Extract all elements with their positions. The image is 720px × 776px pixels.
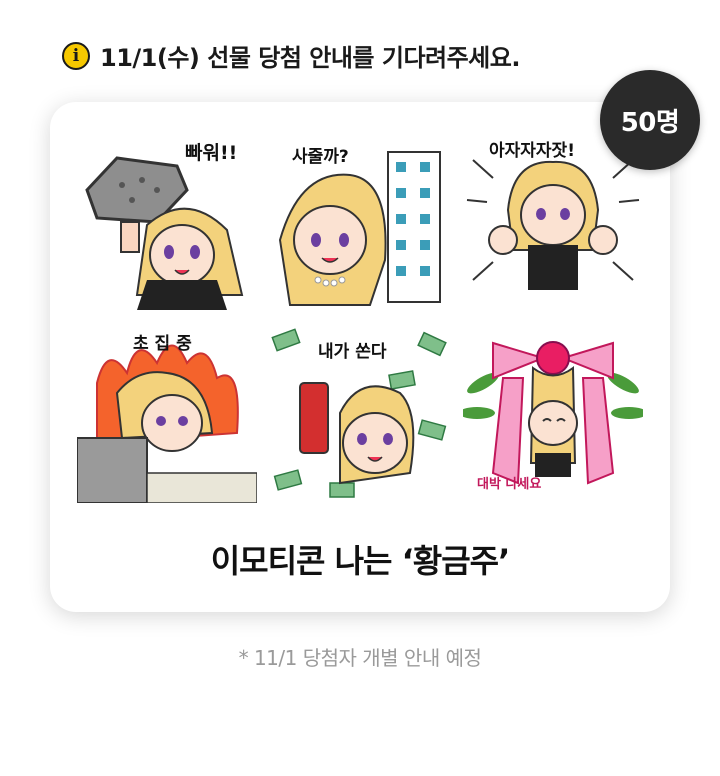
sticker-treat: 내가 쏜다 xyxy=(270,323,450,503)
sticker-caption: 사줄까? xyxy=(292,147,349,167)
info-icon: i xyxy=(62,41,90,70)
winner-count-badge: 50명 xyxy=(600,70,700,170)
sticker-power: 빠워!! xyxy=(77,130,257,310)
card-title: 이모티콘 나는 ‘황금주’ xyxy=(210,542,511,580)
sticker-caption: 빠워!! xyxy=(185,142,238,164)
sticker-caption: 초 집 중 xyxy=(133,334,192,354)
notice-row: i 11/1(수) 선물 당첨 안내를 기다려주세요. xyxy=(62,38,520,73)
sticker-luck: 대박 나세요 xyxy=(463,323,643,503)
footnote: * 11/1 당첨자 개별 안내 예정 xyxy=(238,646,482,670)
sticker-caption: 아자자자잣! xyxy=(489,141,575,161)
sticker-caption: 대박 나세요 xyxy=(477,477,542,492)
sticker-caption: 내가 쏜다 xyxy=(318,342,387,362)
notice-text: 11/1(수) 선물 당첨 안내를 기다려주세요. xyxy=(100,44,520,72)
sticker-grid: 빠워!! 사줄까? 아자자자잣! 초 집 중 내가 쏜다 대박 나세요 xyxy=(77,130,643,506)
sticker-focus: 초 집 중 xyxy=(77,323,257,503)
sticker-buy: 사줄까? xyxy=(270,130,450,310)
